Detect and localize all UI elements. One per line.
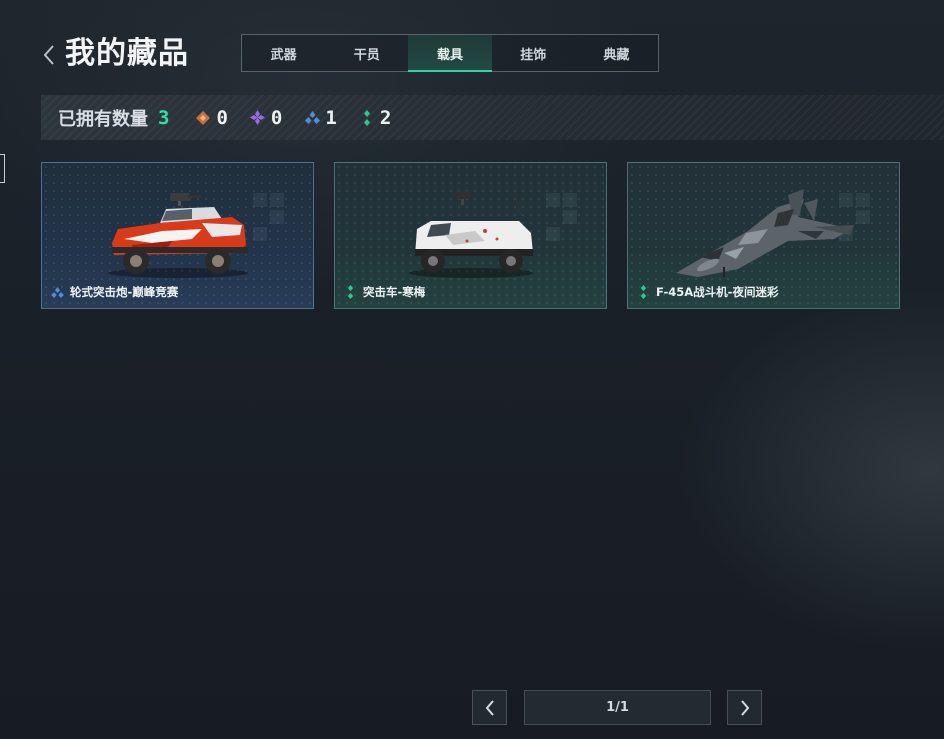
next-page-button[interactable] xyxy=(727,690,762,725)
camo-fighter-jet-image xyxy=(676,189,854,277)
category-tabs: 武器 干员 载具 挂饰 典藏 xyxy=(241,34,659,72)
side-panel-marker xyxy=(0,154,5,183)
owned-count: 3 xyxy=(158,106,170,129)
red-armored-car-image xyxy=(108,193,248,278)
orange-diamond-icon xyxy=(195,110,211,126)
owned-label: 已拥有数量 xyxy=(58,108,148,130)
rarity-count-green: 2 xyxy=(359,107,391,129)
collection-item-card[interactable]: 突击车-寒梅 xyxy=(334,162,607,309)
green-diamond-icon xyxy=(359,109,375,126)
green-diamond-icon xyxy=(344,285,357,299)
page-title: 我的藏品 xyxy=(65,36,189,71)
collection-item-card[interactable]: F-45A战斗机-夜间迷彩 xyxy=(627,162,900,309)
rarity-count-purple: 0 xyxy=(250,107,282,129)
white-assault-vehicle-image xyxy=(409,191,533,278)
owned-stats-bar: 已拥有数量 3 0 0 1 2 xyxy=(41,95,944,140)
purple-diamond-icon xyxy=(250,110,266,126)
prev-page-button[interactable] xyxy=(472,690,507,725)
blue-diamond-icon xyxy=(304,110,320,126)
chevron-left-icon xyxy=(43,45,54,65)
green-diamond-icon xyxy=(637,285,650,299)
tab-collection[interactable]: 典藏 xyxy=(575,35,658,71)
tab-charms[interactable]: 挂饰 xyxy=(492,35,575,71)
chevron-right-icon xyxy=(740,699,749,716)
item-name: 轮式突击炮-巅峰竞赛 xyxy=(70,285,179,299)
tab-weapons[interactable]: 武器 xyxy=(242,35,325,71)
item-name: F-45A战斗机-夜间迷彩 xyxy=(656,285,779,299)
item-name: 突击车-寒梅 xyxy=(363,285,426,299)
tab-operators[interactable]: 干员 xyxy=(325,35,408,71)
chevron-left-icon xyxy=(485,699,494,716)
page-indicator: 1/1 xyxy=(524,690,711,725)
rarity-count-orange: 0 xyxy=(195,107,228,129)
blue-diamond-icon xyxy=(51,286,64,299)
tab-vehicles[interactable]: 载具 xyxy=(408,35,492,72)
rarity-count-blue: 1 xyxy=(304,107,337,129)
collection-item-card[interactable]: 轮式突击炮-巅峰竞赛 xyxy=(41,162,314,309)
back-button[interactable] xyxy=(38,40,60,70)
